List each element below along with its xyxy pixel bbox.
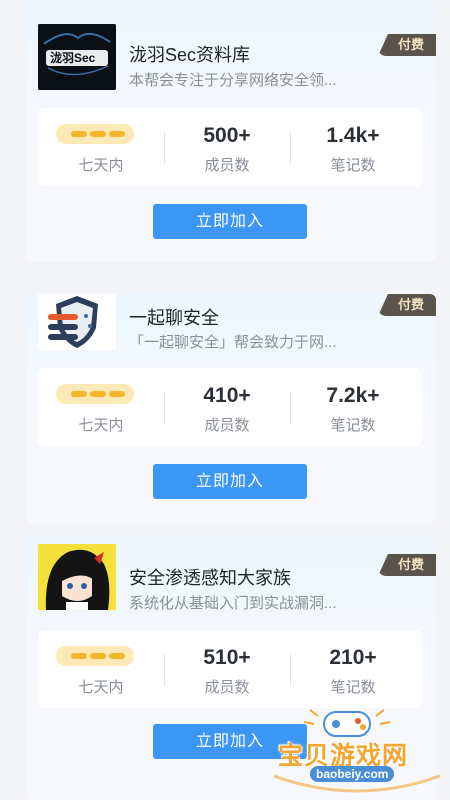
paid-badge: 付费	[378, 294, 436, 316]
group-description: 「一起聊安全」帮会致力于网...	[129, 334, 337, 351]
members-value: 500+	[203, 124, 251, 147]
shield-icon	[38, 294, 116, 350]
stat-notes: 210+ 笔记数	[290, 630, 416, 708]
group-stats: 七天内 410+ 成员数 7.2k+ 笔记数	[38, 368, 422, 446]
members-value: 410+	[203, 384, 251, 407]
period-label: 七天内	[78, 417, 124, 434]
members-label: 成员数	[204, 157, 250, 174]
paid-badge: 付费	[378, 34, 436, 56]
group-title: 安全渗透感知大家族	[129, 568, 291, 588]
notes-value: 7.2k+	[326, 384, 380, 407]
paid-badge: 付费	[378, 554, 436, 576]
group-list: 泷羽Sec 泷羽Sec资料库 本帮会专注于分享网络安全领... 付费 七天内 5…	[0, 0, 450, 800]
notes-label: 笔记数	[330, 157, 376, 174]
group-avatar	[38, 294, 116, 350]
members-value: 510+	[203, 646, 251, 669]
group-title: 泷羽Sec资料库	[129, 45, 251, 65]
members-label: 成员数	[204, 679, 250, 696]
stat-notes: 7.2k+ 笔记数	[290, 368, 416, 446]
group-avatar: 泷羽Sec	[38, 24, 116, 90]
group-card[interactable]: 一起聊安全 「一起聊安全」帮会致力于网... 付费 七天内 410+ 成员数 7…	[26, 294, 436, 524]
period-label: 七天内	[78, 157, 124, 174]
watermark-url: baobeiy.com	[310, 766, 395, 782]
notes-value: 1.4k+	[326, 124, 380, 147]
join-button[interactable]: 立即加入	[153, 464, 307, 499]
join-button[interactable]: 立即加入	[153, 204, 307, 239]
anime-avatar-icon	[38, 544, 116, 610]
group-title: 一起聊安全	[129, 308, 219, 328]
stat-period: 七天内	[38, 630, 164, 708]
activity-rating	[56, 384, 134, 404]
members-label: 成员数	[204, 417, 250, 434]
group-stats: 七天内 510+ 成员数 210+ 笔记数	[38, 630, 422, 708]
stat-period: 七天内	[38, 368, 164, 446]
notes-value: 210+	[329, 646, 377, 669]
group-description: 本帮会专注于分享网络安全领...	[129, 72, 337, 89]
stat-members: 410+ 成员数	[164, 368, 290, 446]
stat-period: 七天内	[38, 108, 164, 186]
group-card[interactable]: 泷羽Sec 泷羽Sec资料库 本帮会专注于分享网络安全领... 付费 七天内 5…	[26, 0, 436, 262]
group-description: 系统化从基础入门到实战漏洞...	[129, 595, 337, 612]
stat-notes: 1.4k+ 笔记数	[290, 108, 416, 186]
group-avatar	[38, 544, 116, 610]
stat-members: 510+ 成员数	[164, 630, 290, 708]
logo-text: 泷羽Sec	[50, 51, 96, 65]
notes-label: 笔记数	[330, 679, 376, 696]
activity-rating	[56, 646, 134, 666]
period-label: 七天内	[78, 679, 124, 696]
site-watermark: 宝贝游戏网 baobeiy.com	[268, 706, 446, 796]
group-stats: 七天内 500+ 成员数 1.4k+ 笔记数	[38, 108, 422, 186]
notes-label: 笔记数	[330, 417, 376, 434]
activity-rating	[56, 124, 134, 144]
stat-members: 500+ 成员数	[164, 108, 290, 186]
